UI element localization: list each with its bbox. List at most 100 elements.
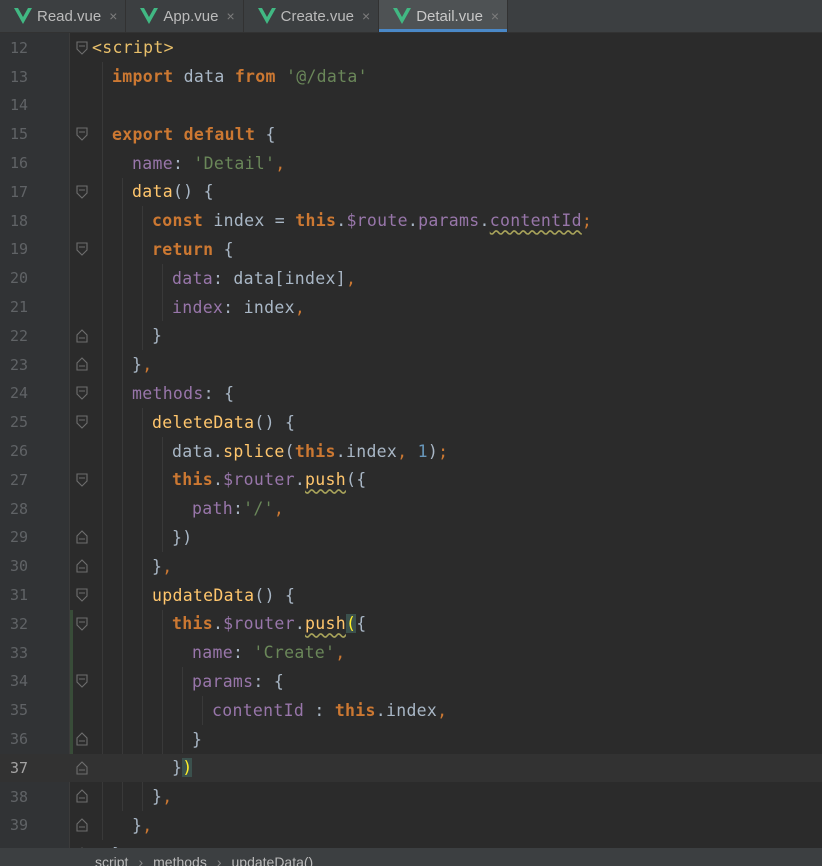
code-line[interactable]: 28 path:'/', bbox=[0, 494, 822, 523]
breadcrumb-item[interactable]: methods bbox=[153, 854, 207, 866]
line-number[interactable]: 35 bbox=[0, 701, 28, 719]
code-line[interactable]: 29}) bbox=[0, 523, 822, 552]
code-line[interactable]: 20 data: data[index], bbox=[0, 264, 822, 293]
fold-open-icon[interactable] bbox=[76, 386, 88, 400]
close-icon[interactable]: × bbox=[362, 8, 370, 24]
line-number[interactable]: 28 bbox=[0, 500, 28, 518]
tab-app[interactable]: App.vue × bbox=[126, 0, 244, 32]
fold-close-icon[interactable] bbox=[76, 789, 88, 803]
code-token: data. bbox=[172, 441, 224, 461]
code-line[interactable]: 32 this.$router.push({ bbox=[0, 610, 822, 639]
code-token: , bbox=[275, 153, 286, 173]
fold-close-icon[interactable] bbox=[76, 530, 88, 544]
fold-open-icon[interactable] bbox=[76, 415, 88, 429]
line-number[interactable]: 30 bbox=[0, 557, 28, 575]
code-line[interactable]: 30}, bbox=[0, 552, 822, 581]
line-number[interactable]: 38 bbox=[0, 788, 28, 806]
line-number[interactable]: 29 bbox=[0, 528, 28, 546]
code-token: , bbox=[437, 700, 448, 720]
code-line[interactable]: 26 data.splice(this.index, 1); bbox=[0, 437, 822, 466]
fold-close-icon[interactable] bbox=[76, 328, 88, 343]
line-number[interactable]: 31 bbox=[0, 586, 28, 604]
line-number[interactable]: 32 bbox=[0, 615, 28, 633]
code-line[interactable]: 39}, bbox=[0, 811, 822, 840]
code-text: methods: { bbox=[132, 384, 234, 403]
code-editor[interactable]: 12 <script> 13 import data from '@/data' 14 1… bbox=[0, 33, 822, 848]
line-number[interactable]: 14 bbox=[0, 96, 28, 114]
fold-open-icon[interactable] bbox=[76, 588, 88, 602]
fold-open-icon[interactable] bbox=[76, 40, 88, 55]
breadcrumb-item[interactable]: updateData() bbox=[232, 854, 314, 866]
code-line[interactable]: 38}, bbox=[0, 782, 822, 811]
line-number[interactable]: 13 bbox=[0, 68, 28, 86]
fold-open-icon[interactable] bbox=[76, 616, 88, 631]
line-number[interactable]: 17 bbox=[0, 183, 28, 201]
line-number[interactable]: 33 bbox=[0, 644, 28, 662]
fold-close-icon[interactable] bbox=[76, 818, 88, 832]
code-line[interactable]: 19 return { bbox=[0, 235, 822, 264]
breadcrumb-item[interactable]: script bbox=[95, 854, 128, 866]
fold-open-icon[interactable] bbox=[76, 472, 88, 487]
fold-close-icon[interactable] bbox=[76, 760, 88, 775]
tab-read[interactable]: Read.vue × bbox=[0, 0, 127, 32]
line-number[interactable]: 27 bbox=[0, 471, 28, 489]
code-text: }, bbox=[132, 816, 152, 835]
code-line[interactable]: 15 export default { bbox=[0, 120, 822, 149]
code-line[interactable]: 33 name: 'Create', bbox=[0, 638, 822, 667]
code-token: from bbox=[234, 67, 276, 87]
line-number[interactable]: 12 bbox=[0, 39, 28, 57]
code-line[interactable]: 18 const index = this.$route.params.conte… bbox=[0, 206, 822, 235]
code-line[interactable]: 34 params: { bbox=[0, 667, 822, 696]
close-icon[interactable]: × bbox=[491, 8, 499, 24]
code-line[interactable]: 24 methods: { bbox=[0, 379, 822, 408]
code-line[interactable]: 36} bbox=[0, 725, 822, 754]
line-number[interactable]: 16 bbox=[0, 154, 28, 172]
line-number[interactable]: 24 bbox=[0, 384, 28, 402]
tab-create[interactable]: Create.vue × bbox=[244, 0, 380, 32]
code-line[interactable]: 16 name: 'Detail', bbox=[0, 149, 822, 178]
code-line[interactable]: 13 import data from '@/data' bbox=[0, 62, 822, 91]
code-line[interactable]: 22} bbox=[0, 322, 822, 351]
line-number[interactable]: 34 bbox=[0, 672, 28, 690]
code-line[interactable]: 21 index: index, bbox=[0, 293, 822, 322]
close-icon[interactable]: × bbox=[226, 8, 234, 24]
code-token: ( bbox=[284, 441, 295, 461]
code-line[interactable]: 25 deleteData() { bbox=[0, 408, 822, 437]
fold-open-icon[interactable] bbox=[76, 127, 88, 141]
code-token: ) bbox=[182, 758, 193, 778]
line-number[interactable]: 39 bbox=[0, 816, 28, 834]
line-number[interactable]: 25 bbox=[0, 413, 28, 431]
fold-open-icon[interactable] bbox=[76, 184, 88, 199]
fold-open-icon[interactable] bbox=[76, 674, 88, 688]
tab-detail[interactable]: Detail.vue × bbox=[379, 0, 509, 32]
fold-close-icon[interactable] bbox=[76, 357, 88, 371]
fold-close-icon[interactable] bbox=[76, 559, 88, 573]
line-number[interactable]: 21 bbox=[0, 298, 28, 316]
line-number[interactable]: 22 bbox=[0, 327, 28, 345]
code-line[interactable]: 35 contentId : this.index, bbox=[0, 696, 822, 725]
code-line[interactable]: 37}) bbox=[0, 754, 822, 783]
line-number[interactable]: 19 bbox=[0, 240, 28, 258]
code-line[interactable]: 14 bbox=[0, 91, 822, 120]
line-number[interactable]: 20 bbox=[0, 269, 28, 287]
code-token: methods bbox=[132, 383, 204, 403]
code-text: <script> bbox=[92, 38, 174, 57]
code-line[interactable]: 27 this.$router.push({ bbox=[0, 466, 822, 495]
code-line[interactable]: 31 updateData() { bbox=[0, 581, 822, 610]
line-number[interactable]: 23 bbox=[0, 356, 28, 374]
line-number[interactable]: 18 bbox=[0, 212, 28, 230]
line-number[interactable]: 37 bbox=[0, 759, 28, 777]
line-number[interactable]: 26 bbox=[0, 442, 28, 460]
code-line[interactable]: 23}, bbox=[0, 350, 822, 379]
fold-open-icon[interactable] bbox=[76, 242, 88, 256]
close-icon[interactable]: × bbox=[109, 8, 117, 24]
code-token: () { bbox=[254, 585, 296, 605]
code-line[interactable]: 40} bbox=[0, 840, 822, 848]
code-line[interactable]: 12 <script> bbox=[0, 34, 822, 63]
code-line[interactable]: 17 data() { bbox=[0, 178, 822, 207]
code-token: this bbox=[334, 700, 376, 720]
line-number[interactable]: 36 bbox=[0, 730, 28, 748]
line-number[interactable]: 15 bbox=[0, 125, 28, 143]
fold-close-icon[interactable] bbox=[76, 731, 88, 746]
code-text: const index = this.$route.params.content… bbox=[152, 211, 592, 230]
